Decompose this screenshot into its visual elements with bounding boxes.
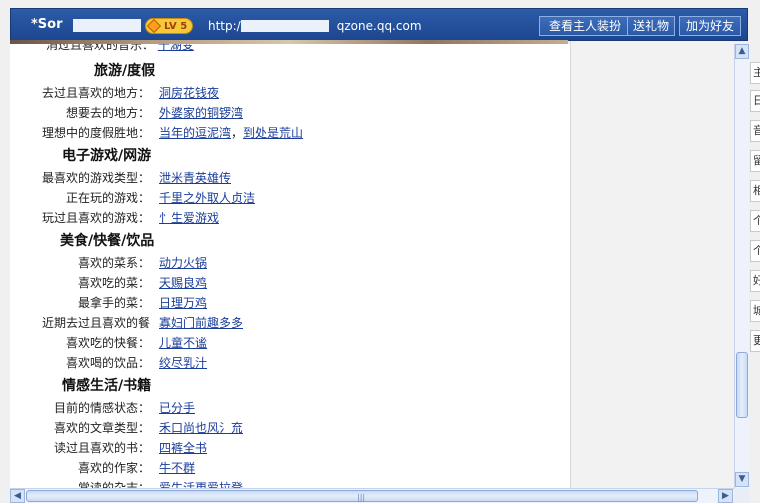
row-value-group: 当年的逗泥湾，到处是荒山 (159, 124, 303, 141)
row-value-link[interactable]: 洞房花钱夜 (159, 84, 219, 101)
row-value-link[interactable]: 爱生活更爱拉登 (159, 479, 243, 488)
row-value-link[interactable]: 绞尽乳汁 (159, 354, 207, 371)
row-label: 目前的情感状态： (53, 401, 150, 415)
section-title-travel: 旅游/度假 (94, 63, 156, 79)
row-label: 玩过且喜欢的游戏： (41, 211, 150, 225)
scrollbar-corner (734, 488, 749, 503)
diamond-icon (146, 18, 162, 34)
row-value-link[interactable]: 日理万鸡 (159, 294, 207, 311)
row-label: 喜欢喝的饮品： (65, 356, 150, 370)
side-column (570, 41, 734, 488)
row-value-link[interactable]: 外婆家的铜锣湾 (159, 104, 243, 121)
section-title-games: 电子游戏/网游 (62, 148, 152, 164)
row-value-link[interactable]: 千湖变 (158, 44, 194, 52)
side-tab[interactable]: 主 (750, 62, 760, 84)
section-title-food: 美食/快餐/饮品 (60, 233, 155, 249)
view-owner-style-button[interactable]: 查看主人装扮 (539, 16, 631, 36)
side-tab[interactable]: 个 (750, 210, 760, 232)
row-value-link[interactable]: 当年的逗泥湾 (159, 126, 231, 140)
scroll-up-icon[interactable]: ▲ (735, 44, 749, 59)
vertical-scroll-thumb[interactable] (736, 352, 748, 418)
row-label: 喜欢的作家： (77, 461, 150, 475)
row-value-link[interactable]: 动力火锅 (159, 254, 207, 271)
row-label: 想要去的地方： (65, 106, 150, 120)
row-value-link[interactable]: 千里之外取人贞洁 (159, 189, 255, 206)
row-value-link[interactable]: 牛不群 (159, 459, 195, 476)
profile-details-panel: 消过且喜欢的音乐： 千湖变 旅游/度假 去过且喜欢的地方： 洞房花钱夜 想要去的… (10, 44, 570, 488)
row-label: 喜欢的菜系： (77, 256, 150, 270)
side-tab[interactable]: 好 (750, 270, 760, 292)
row-value-link[interactable]: 天赐良鸡 (159, 274, 207, 291)
row-value-link[interactable]: 泄米青英雄传 (159, 169, 231, 186)
owner-name[interactable]: *Sor (31, 17, 63, 32)
url-redaction (241, 20, 329, 32)
profile-header-bar: *Sor LV 5 http:// qzone.qq.com 查看主人装扮 送礼物… (10, 8, 748, 41)
section-title-emotion-books: 情感生活/书籍 (62, 378, 152, 394)
truncated-row: 消过且喜欢的音乐： 千湖变 (46, 44, 194, 53)
url-suffix: qzone.qq.com (336, 19, 422, 33)
url-prefix: http:// (208, 19, 245, 33)
row-label: 近期去过且喜欢的餐 (41, 316, 150, 330)
side-tab[interactable]: 音 (750, 120, 760, 142)
row-value-link[interactable]: 四裤全书 (159, 439, 207, 456)
scroll-down-icon[interactable]: ▼ (735, 472, 749, 487)
row-label: 正在玩的游戏： (65, 191, 150, 205)
row-label: 常读的杂志： (77, 481, 150, 488)
add-friend-button[interactable]: 加为好友 (679, 16, 741, 36)
row-label: 喜欢吃的快餐： (65, 336, 150, 350)
scroll-left-icon[interactable]: ◀ (10, 489, 25, 503)
row-label: 最喜欢的游戏类型： (41, 171, 150, 185)
horizontal-scrollbar[interactable]: ◀ ||| ▶ (10, 488, 749, 503)
row-value-link[interactable]: 到处是荒山 (243, 126, 303, 140)
level-badge[interactable]: LV 5 (145, 18, 194, 34)
row-label: 理想中的度假胜地： (41, 126, 150, 140)
row-value-link[interactable]: 儿童不谧 (159, 334, 207, 351)
row-value-link[interactable]: 忄生爱游戏 (159, 209, 219, 226)
row-label: 读过且喜欢的书： (53, 441, 150, 455)
row-value-link[interactable]: 寡妇门前趣多多 (159, 314, 243, 331)
row-value-link[interactable]: 已分手 (159, 399, 195, 416)
row-label: 消过且喜欢的音乐： (46, 44, 155, 52)
side-tab[interactable]: 日 (750, 90, 760, 112)
row-label: 喜欢吃的菜： (77, 276, 150, 290)
horizontal-scroll-thumb[interactable]: ||| (26, 490, 698, 502)
row-label: 去过且喜欢的地方： (41, 86, 150, 100)
row-value-link[interactable]: 禾口尚也风氵㐬 (159, 419, 243, 436)
row-label: 喜欢的文章类型： (53, 421, 150, 435)
side-tab[interactable]: 更 (750, 330, 760, 352)
scroll-right-icon[interactable]: ▶ (718, 489, 733, 503)
send-gift-button[interactable]: 送礼物 (627, 16, 675, 36)
side-tab[interactable]: 个 (750, 240, 760, 262)
row-label: 最拿手的菜： (77, 296, 150, 310)
side-tab[interactable]: 相 (750, 180, 760, 202)
name-redaction (73, 19, 141, 32)
side-tab[interactable]: 留 (750, 150, 760, 172)
side-tab[interactable]: 城 (750, 300, 760, 322)
level-text: LV 5 (164, 21, 188, 32)
vertical-scrollbar[interactable]: ▲ ▼ (734, 44, 749, 488)
grip-icon: ||| (357, 493, 366, 502)
value-separator: ， (231, 126, 244, 140)
